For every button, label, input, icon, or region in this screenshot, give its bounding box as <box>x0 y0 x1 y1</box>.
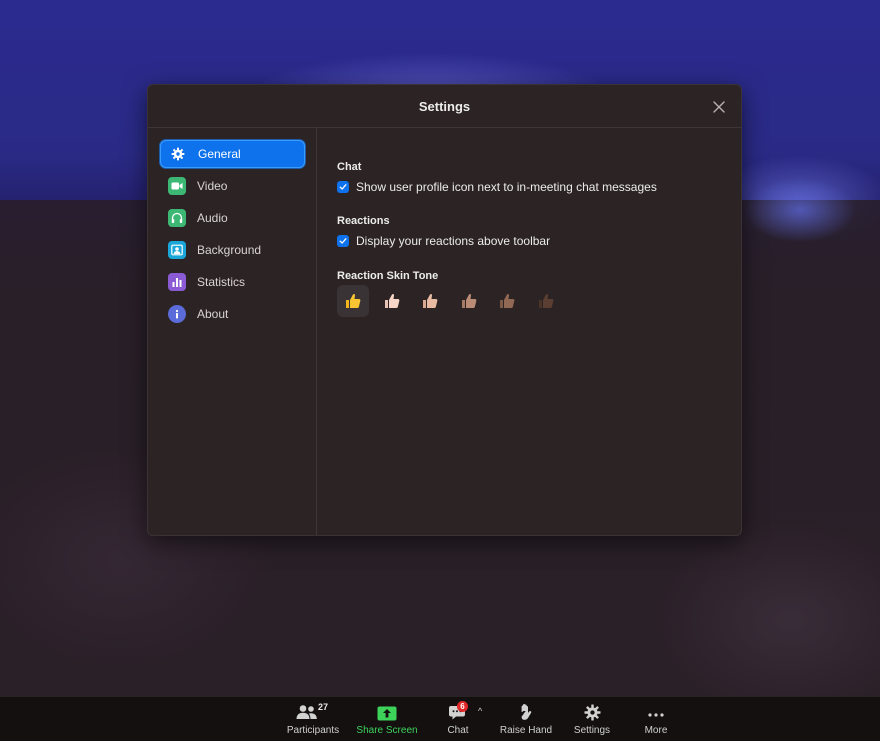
reactions-toolbar-label: Display your reactions above toolbar <box>356 234 551 248</box>
sidebar-item-label: General <box>198 147 241 161</box>
thumbs-up-icon <box>500 294 515 308</box>
sidebar-item-label: Video <box>197 179 228 193</box>
statistics-icon <box>168 273 186 291</box>
sidebar-item-label: Audio <box>197 211 228 225</box>
close-button[interactable] <box>713 101 725 113</box>
settings-sidebar: General Video Audio Background Statistic… <box>148 128 317 535</box>
thumbs-up-icon <box>538 294 553 308</box>
video-camera-icon <box>168 177 186 195</box>
skin-tone-medium-light[interactable] <box>414 285 446 317</box>
sidebar-item-about[interactable]: About <box>160 300 305 328</box>
thumbs-up-icon <box>384 294 399 308</box>
participant-count: 27 <box>318 702 329 712</box>
skin-tone-default[interactable] <box>337 285 369 317</box>
more-label: More <box>644 725 668 736</box>
meeting-toolbar: 27 Participants Share Screen 6 Chat Rais… <box>0 696 880 741</box>
skin-tone-options <box>337 285 568 317</box>
info-icon <box>168 305 186 323</box>
chat-section-title: Chat <box>337 161 362 173</box>
close-icon <box>713 101 725 113</box>
chat-unread-badge: 6 <box>457 701 468 712</box>
sidebar-item-audio[interactable]: Audio <box>160 204 305 232</box>
gear-icon <box>169 145 187 163</box>
settings-label: Settings <box>573 725 611 736</box>
gear-icon <box>583 701 601 721</box>
thumbs-up-icon <box>423 294 438 308</box>
sidebar-item-statistics[interactable]: Statistics <box>160 268 305 296</box>
sidebar-item-general[interactable]: General <box>160 140 305 168</box>
sidebar-item-label: Statistics <box>197 275 246 289</box>
chat-profile-icon-checkbox[interactable] <box>337 181 349 193</box>
participants-label: Participants <box>286 725 340 736</box>
reactions-section-title: Reactions <box>337 215 390 227</box>
chat-icon: 6 <box>447 701 469 721</box>
checkmark-icon <box>339 184 347 190</box>
dialog-title: Settings <box>418 99 471 114</box>
skin-tone-dark[interactable] <box>530 285 562 317</box>
chat-profile-icon-option[interactable]: Show user profile icon next to in-meetin… <box>337 180 657 194</box>
skin-tone-medium-dark[interactable] <box>491 285 523 317</box>
sidebar-item-background[interactable]: Background <box>160 236 305 264</box>
more-button[interactable]: More <box>636 697 676 741</box>
chat-button[interactable]: 6 Chat <box>438 697 478 741</box>
chat-options-caret[interactable]: ^ <box>478 706 482 716</box>
checkmark-icon <box>339 238 347 244</box>
skin-tone-medium[interactable] <box>453 285 485 317</box>
chat-profile-icon-label: Show user profile icon next to in-meetin… <box>356 180 657 194</box>
skin-tone-section-title: Reaction Skin Tone <box>337 270 439 282</box>
sidebar-item-video[interactable]: Video <box>160 172 305 200</box>
raise-hand-label: Raise Hand <box>499 725 553 736</box>
headphones-icon <box>168 209 186 227</box>
video-scene-light <box>740 170 880 260</box>
raise-hand-button[interactable]: Raise Hand <box>498 697 554 741</box>
background-icon <box>168 241 186 259</box>
settings-button[interactable]: Settings <box>570 697 614 741</box>
share-screen-icon <box>377 701 397 721</box>
reactions-toolbar-option[interactable]: Display your reactions above toolbar <box>337 234 550 248</box>
chat-label: Chat <box>447 725 469 736</box>
more-icon <box>647 701 665 721</box>
raise-hand-icon <box>518 701 534 721</box>
share-screen-button[interactable]: Share Screen <box>354 697 420 741</box>
share-screen-label: Share Screen <box>356 725 418 736</box>
thumbs-up-icon <box>346 294 361 308</box>
sidebar-item-label: About <box>197 307 229 321</box>
participants-icon: 27 <box>296 701 330 721</box>
sidebar-item-label: Background <box>197 243 262 257</box>
settings-dialog: Settings General Video Audio Background … <box>147 84 742 536</box>
thumbs-up-icon <box>461 294 476 308</box>
dialog-header: Settings <box>148 85 741 128</box>
reactions-toolbar-checkbox[interactable] <box>337 235 349 247</box>
skin-tone-light[interactable] <box>376 285 408 317</box>
settings-content: Chat Show user profile icon next to in-m… <box>318 128 741 535</box>
participants-button[interactable]: 27 Participants <box>282 697 344 741</box>
